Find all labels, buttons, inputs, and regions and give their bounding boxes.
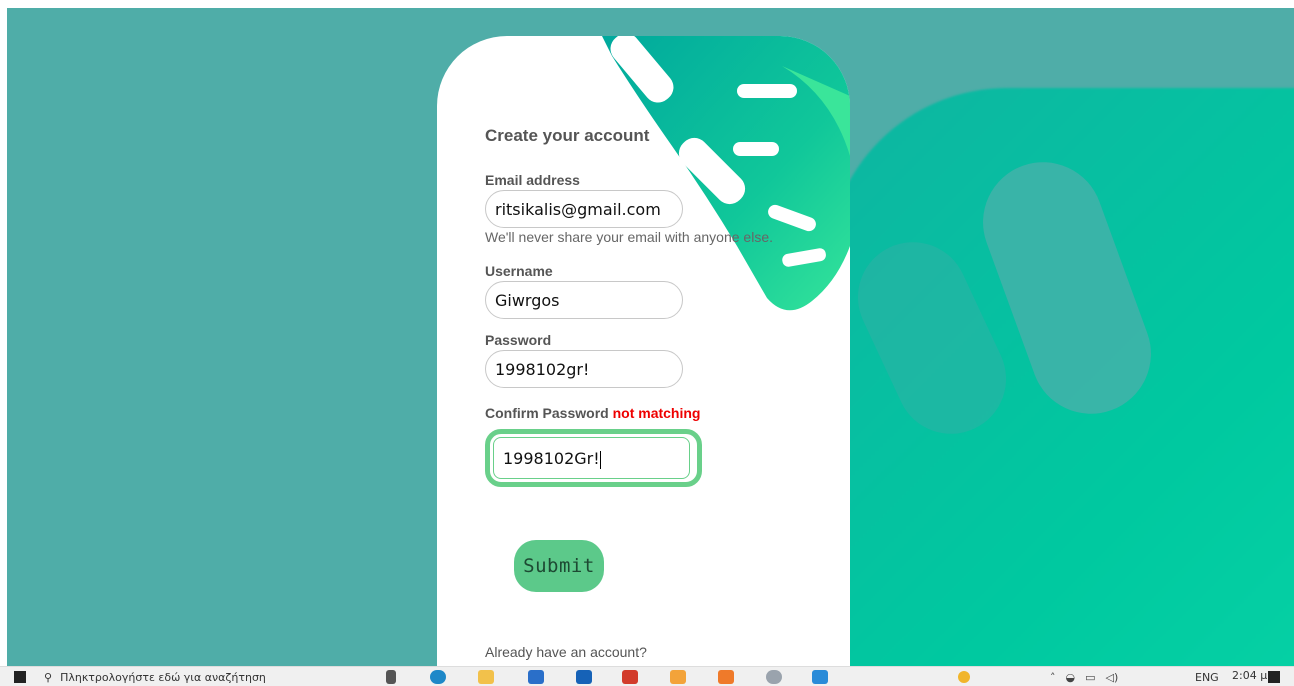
password-input[interactable]: 1998102gr!: [485, 350, 683, 388]
already-have-account-link[interactable]: Already have an account?: [485, 644, 647, 660]
taskbar-search[interactable]: ⚲ Πληκτρολογήστε εδώ για αναζήτηση: [44, 669, 364, 685]
email-label: Email address: [485, 172, 580, 188]
email-input[interactable]: ritsikalis@gmail.com: [485, 190, 683, 228]
email-group: Email address ritsikalis@gmail.com We'll…: [485, 172, 825, 245]
text-caret: [599, 450, 601, 469]
signup-form: Create your account Email address ritsik…: [485, 126, 825, 499]
notifications-icon[interactable]: [1268, 669, 1280, 685]
confirm-password-value: 1998102Gr!: [503, 449, 600, 468]
battery-icon: ▭: [1085, 670, 1096, 684]
form-title: Create your account: [485, 126, 650, 145]
volume-icon: ◁): [1105, 670, 1119, 684]
windows-taskbar: ⚲ Πληκτρολογήστε εδώ για αναζήτηση ˄ ◒ ▭…: [0, 666, 1294, 686]
task-view-icon[interactable]: [386, 669, 396, 685]
app-icon-gray[interactable]: [766, 669, 782, 685]
file-explorer-icon[interactable]: [478, 669, 494, 685]
system-tray-icons[interactable]: ˄ ◒ ▭ ◁): [1050, 669, 1118, 685]
signup-card: Create your account Email address ritsik…: [437, 36, 850, 676]
start-button[interactable]: [14, 669, 26, 685]
chevron-up-icon: ˄: [1050, 670, 1056, 684]
password-label: Password: [485, 332, 552, 348]
confirm-password-label: Confirm Password not matching: [485, 405, 825, 421]
mail-icon[interactable]: [576, 669, 592, 685]
edge-icon[interactable]: [430, 669, 446, 685]
password-mismatch-warning: not matching: [612, 405, 701, 421]
email-hint: We'll never share your email with anyone…: [485, 229, 773, 245]
windows-logo-icon: [14, 671, 26, 683]
store-icon[interactable]: [528, 669, 544, 685]
office-icon[interactable]: [622, 669, 638, 685]
language-indicator[interactable]: ENG: [1195, 669, 1219, 685]
username-label: Username: [485, 263, 553, 279]
app-icon-orange[interactable]: [718, 669, 734, 685]
confirm-password-focus-ring: 1998102Gr!: [485, 429, 702, 487]
confirm-password-input[interactable]: 1998102Gr!: [493, 437, 690, 479]
network-icon: ◒: [1065, 670, 1076, 684]
username-group: Username Giwrgos: [485, 263, 825, 319]
confirm-password-group: Confirm Password not matching 1998102Gr!: [485, 405, 825, 487]
username-input[interactable]: Giwrgos: [485, 281, 683, 319]
search-icon: ⚲: [44, 670, 53, 684]
submit-button[interactable]: Submit: [514, 540, 604, 592]
photos-icon[interactable]: [670, 669, 686, 685]
taskbar-search-placeholder: Πληκτρολογήστε εδώ για αναζήτηση: [60, 670, 266, 684]
password-group: Password 1998102gr!: [485, 332, 825, 388]
vscode-icon[interactable]: [812, 669, 828, 685]
confirm-password-label-text: Confirm Password: [485, 405, 609, 421]
weather-icon[interactable]: [958, 669, 970, 685]
